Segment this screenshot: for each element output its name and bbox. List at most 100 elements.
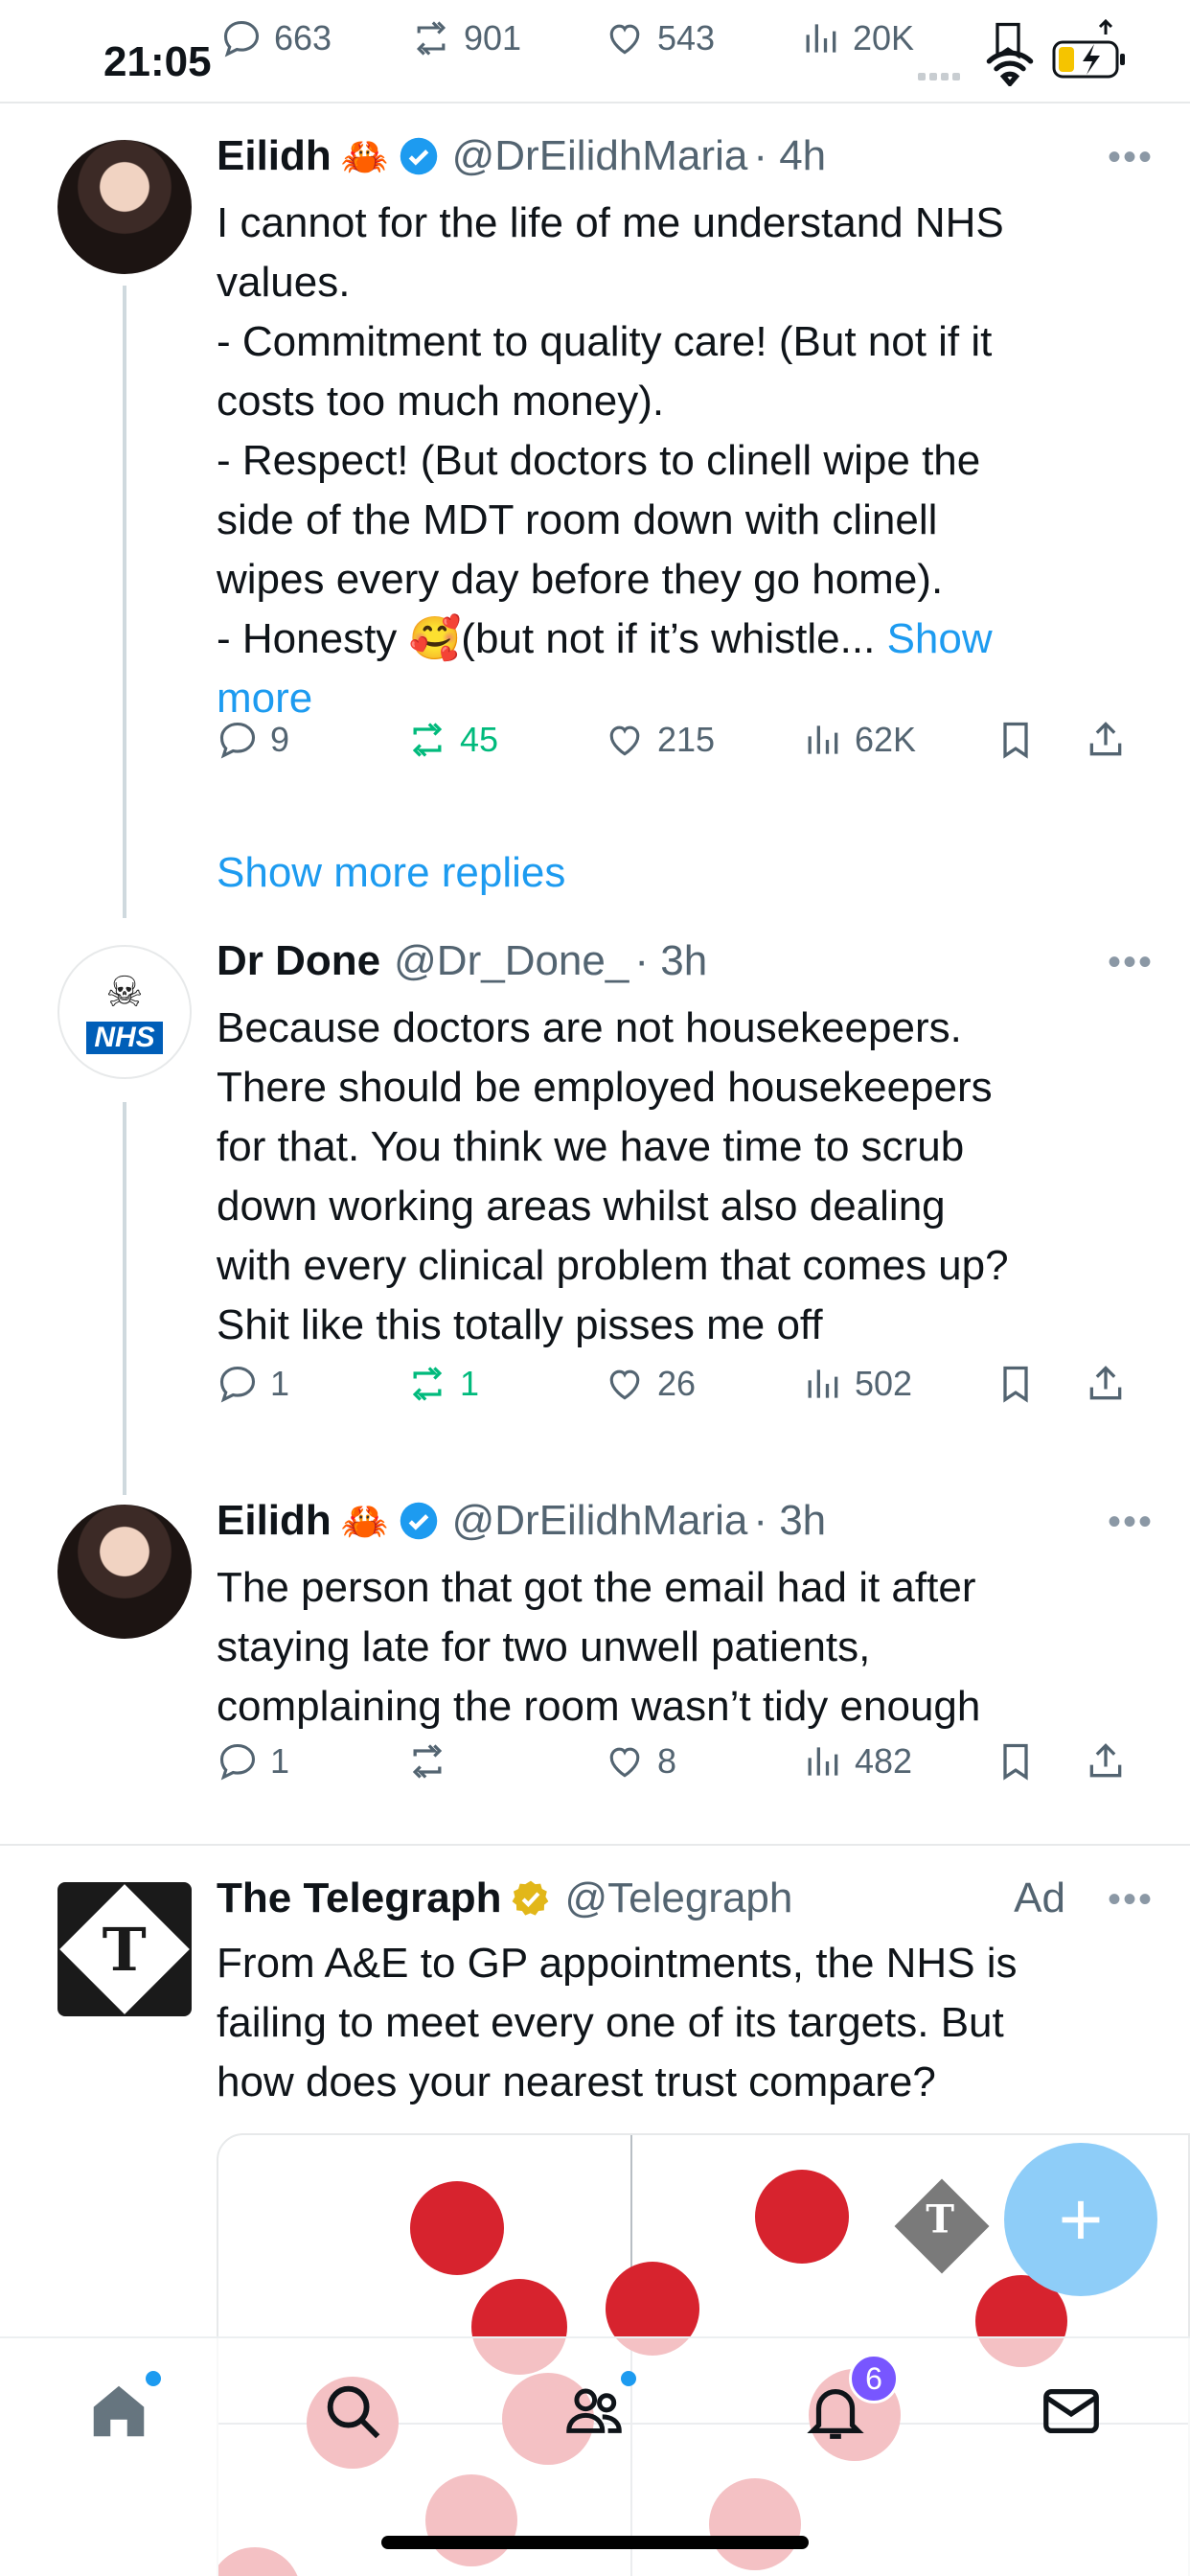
verified-badge-icon [400, 1502, 437, 1540]
views-count: 482 [855, 1741, 913, 1781]
share-button[interactable] [1085, 719, 1127, 761]
display-name[interactable]: Dr Done [217, 937, 380, 985]
text-line: values. [217, 259, 351, 306]
top-like-action[interactable]: 543 [604, 17, 715, 59]
text-line: There should be employed housekeepers [217, 1064, 993, 1111]
tab-search[interactable] [314, 2373, 391, 2450]
timestamp[interactable]: · 3h [634, 937, 707, 985]
display-name[interactable]: The Telegraph [217, 1874, 501, 1922]
show-more-replies-link[interactable]: Show more replies [217, 849, 565, 897]
verified-badge-icon [400, 137, 437, 175]
more-options-icon[interactable]: ••• [1108, 1878, 1154, 1921]
text-line: complaining the room wasn’t tidy enough [217, 1683, 981, 1730]
handle[interactable]: @Telegraph [564, 1874, 792, 1922]
top-reply-action[interactable]: 663 [220, 17, 332, 59]
bookmark-icon [1003, 722, 1028, 759]
skull-icon: ☠ [105, 969, 144, 1016]
top-views-action[interactable]: 20K [799, 17, 914, 59]
bookmark-button[interactable] [995, 1363, 1037, 1405]
more-options-icon[interactable]: ••• [1108, 941, 1154, 984]
notification-badge: 6 [849, 2354, 899, 2404]
tweet-text: The person that got the email had it aft… [217, 1558, 1175, 1736]
share-button[interactable] [1085, 1740, 1127, 1782]
heart-icon [609, 1747, 640, 1778]
compose-button[interactable]: + [1004, 2143, 1157, 2296]
crab-emoji: 🦀 [340, 1500, 389, 1543]
mail-icon [1043, 2388, 1099, 2434]
text-line: staying late for two unwell patients, [217, 1623, 871, 1670]
reply-icon [223, 20, 260, 58]
tab-notifications[interactable]: 6 [797, 2354, 899, 2450]
display-name[interactable]: Eilidh [217, 1497, 332, 1545]
bookmark-icon [1003, 1743, 1028, 1781]
reply-icon [219, 722, 256, 759]
views-button[interactable]: 482 [801, 1740, 912, 1782]
text-line: The person that got the email had it aft… [217, 1564, 976, 1611]
show-more-link[interactable]: Show [887, 615, 993, 662]
tab-communities[interactable] [556, 2371, 636, 2450]
like-button[interactable]: 26 [604, 1363, 696, 1405]
bookmark-button[interactable] [995, 719, 1037, 761]
like-button[interactable]: 8 [604, 1740, 676, 1782]
text-line: down working areas whilst also dealing [217, 1183, 946, 1230]
views-icon [806, 24, 836, 53]
repost-button[interactable]: 1 [406, 1363, 479, 1405]
more-options-icon[interactable]: ••• [1108, 1501, 1154, 1544]
like-count: 215 [657, 720, 716, 759]
more-options-icon[interactable]: ••• [1108, 136, 1154, 179]
communities-unread-dot [621, 2371, 636, 2386]
heart-icon [609, 1369, 640, 1400]
handle[interactable]: @DrEilidhMaria [452, 1497, 748, 1545]
reply-icon [219, 1743, 256, 1781]
reply-count: 1 [270, 1364, 290, 1403]
repost-icon [412, 1367, 443, 1401]
like-button[interactable]: 215 [604, 719, 715, 761]
share-button[interactable] [1085, 1363, 1127, 1405]
home-indicator[interactable] [381, 2536, 809, 2549]
avatar[interactable]: T [57, 1882, 192, 2016]
bookmark-button[interactable] [995, 1740, 1037, 1782]
repost-button[interactable]: 45 [406, 719, 498, 761]
reply-button[interactable]: 9 [217, 719, 289, 761]
reply-button[interactable]: 1 [217, 1363, 289, 1405]
views-button[interactable]: 502 [801, 1363, 912, 1405]
repost-icon [412, 1744, 443, 1779]
timestamp[interactable]: · 3h [753, 1497, 826, 1545]
heart-icon [609, 725, 640, 756]
views-count: 502 [855, 1364, 913, 1403]
tab-messages[interactable] [1033, 2373, 1110, 2450]
thread-line [123, 1102, 126, 1495]
handle[interactable]: @DrEilidhMaria [452, 132, 748, 180]
share-icon [1089, 1743, 1122, 1778]
views-icon [808, 1369, 838, 1398]
nhs-logo: NHS [86, 1022, 163, 1054]
divider [0, 1844, 1190, 1846]
display-name[interactable]: Eilidh [217, 132, 332, 180]
avatar[interactable]: ☠ NHS [57, 945, 192, 1079]
text-line: Shit like this totally pisses me off [217, 1301, 823, 1348]
tab-home[interactable] [80, 2371, 161, 2450]
reply-button[interactable]: 1 [217, 1740, 289, 1782]
telegraph-logo-letter: T [102, 1914, 148, 1985]
bookmark-icon [1003, 1366, 1028, 1403]
views-icon [808, 1747, 838, 1776]
wifi-icon [985, 48, 1035, 86]
text-line: Because doctors are not housekeepers. [217, 1004, 962, 1051]
reply-icon [219, 1366, 256, 1403]
tweet-text: Because doctors are not housekeepers. Th… [217, 999, 1175, 1355]
handle[interactable]: @Dr_Done_ [394, 937, 629, 985]
top-views-count: 20K [853, 18, 915, 58]
telegraph-watermark-icon: T [894, 2178, 990, 2274]
timestamp[interactable]: · 4h [753, 132, 826, 180]
avatar[interactable] [57, 140, 192, 274]
text-line: costs too much money). [217, 378, 665, 425]
repost-button[interactable] [406, 1740, 460, 1782]
text-line: with every clinical problem that comes u… [217, 1242, 1009, 1289]
avatar[interactable] [57, 1505, 192, 1639]
reply-count: 9 [270, 720, 290, 759]
telegraph-logo: T [59, 1884, 190, 2014]
repost-icon [412, 723, 443, 757]
views-button[interactable]: 62K [801, 719, 916, 761]
top-repost-action[interactable]: 901 [410, 17, 521, 59]
repost-icon [416, 21, 446, 56]
